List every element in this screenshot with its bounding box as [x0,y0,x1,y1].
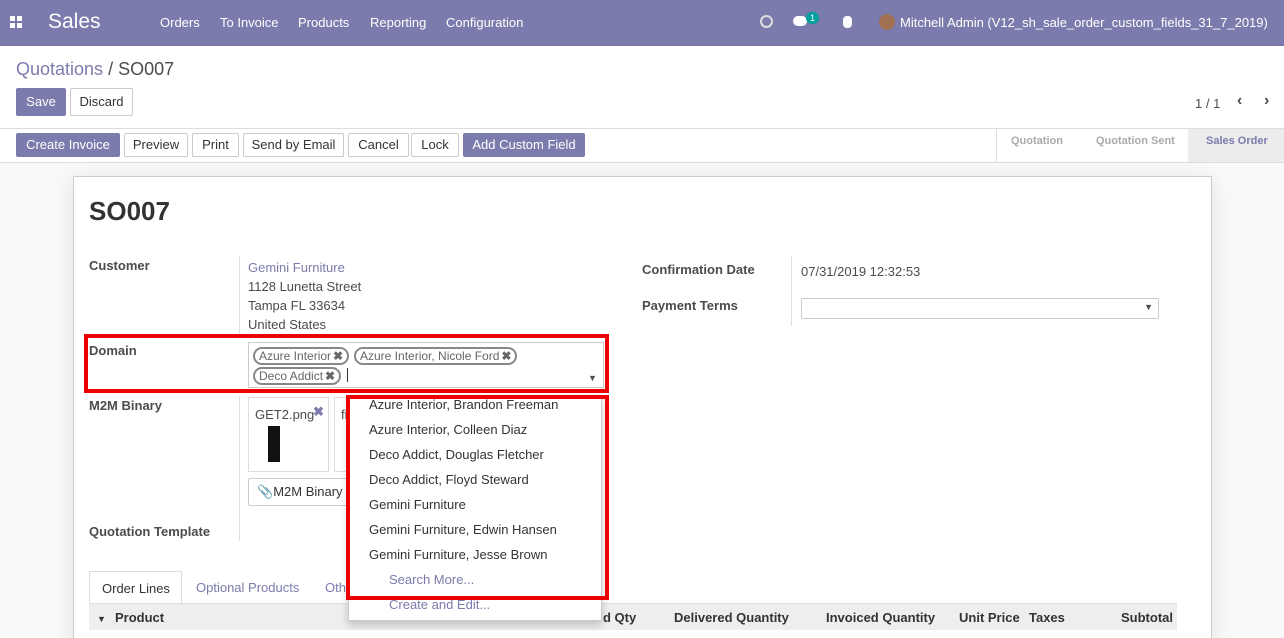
chevron-down-icon: ▼ [1144,302,1153,312]
menu-reporting[interactable]: Reporting [370,15,426,30]
image-thumbnail [268,426,280,462]
text-cursor [347,368,348,382]
add-custom-field-button[interactable]: Add Custom Field [463,133,585,157]
upload-label: M2M Binary [273,484,343,499]
menu-products[interactable]: Products [298,15,349,30]
breadcrumb: Quotations / SO007 [16,59,174,80]
tab-optional-products[interactable]: Optional Products [196,580,299,595]
tag-label: Deco Addict [259,369,324,383]
apps-menu-icon[interactable] [10,16,22,28]
domain-label: Domain [89,343,137,358]
close-icon[interactable]: ✖ [501,349,511,363]
close-icon[interactable]: ✖ [333,349,343,363]
record-title: SO007 [89,196,170,226]
tag-azure-interior[interactable]: Azure Interior ✖ [253,347,350,365]
save-button[interactable]: Save [16,88,66,116]
stage-quotation[interactable]: Quotation [1011,135,1063,147]
m2m-binary-upload-button[interactable]: 📎M2M Binary [248,478,348,506]
payment-terms-select[interactable]: ▼ [801,298,1159,319]
print-button[interactable]: Print [192,133,239,157]
app-title[interactable]: Sales [48,10,101,34]
dropdown-highlight-box [346,395,609,600]
column-product[interactable]: Product [115,610,164,625]
sort-caret-icon[interactable]: ▼ [97,614,106,624]
pager-next-icon[interactable]: › [1264,92,1269,110]
stage-quotation-sent[interactable]: Quotation Sent [1096,135,1175,147]
debug-bug-icon[interactable] [843,16,852,28]
pager-value: 1 / 1 [1195,96,1221,111]
customer-label: Customer [89,258,150,273]
quotation-template-label: Quotation Template [89,524,211,539]
confirmation-date-value[interactable]: 07/31/2019 12:32:53 [801,264,920,279]
paperclip-icon: 📎 [257,484,274,499]
column-delivered-quantity[interactable]: Delivered Quantity [674,610,789,625]
address-country: United States [248,317,327,332]
tag-azure-interior-nicole-ford[interactable]: Azure Interior, Nicole Ford ✖ [354,347,518,365]
close-icon[interactable]: ✖ [325,369,335,383]
confirmation-date-label: Confirmation Date [642,262,755,277]
column-ordered-qty[interactable]: d Qty [603,610,636,625]
avatar[interactable] [879,14,895,30]
menu-to-invoice[interactable]: To Invoice [220,15,279,30]
address-street: 1128 Lunetta Street [248,279,362,294]
breadcrumb-quotations[interactable]: Quotations [16,59,103,79]
tag-label: Azure Interior [259,349,332,363]
chevron-down-icon[interactable]: ▼ [588,373,597,383]
column-unit-price[interactable]: Unit Price [959,610,1020,625]
discard-button[interactable]: Discard [70,88,133,116]
column-taxes[interactable]: Taxes [1029,610,1065,625]
tab-other-info[interactable]: Oth [325,580,346,595]
preview-button[interactable]: Preview [124,133,188,157]
breadcrumb-current: SO007 [118,59,175,79]
user-menu[interactable]: Mitchell Admin (V12_sh_sale_order_custom… [900,15,1268,30]
m2m-binary-label: M2M Binary [89,398,162,413]
tab-label: Order Lines [102,581,170,596]
clock-icon[interactable] [760,15,773,28]
payment-terms-label: Payment Terms [642,298,738,313]
menu-configuration[interactable]: Configuration [446,15,523,30]
pager-previous-icon[interactable]: ‹ [1237,92,1242,110]
form-sheet [73,176,1212,638]
chat-icon[interactable] [793,16,807,26]
attachment-card[interactable]: GET2.png ✖ [248,397,329,472]
cancel-button[interactable]: Cancel [348,133,409,157]
close-icon[interactable]: ✖ [313,404,324,420]
top-navbar: Sales Orders To Invoice Products Reporti… [0,0,1284,46]
tag-deco-addict[interactable]: Deco Addict ✖ [253,367,342,385]
lock-button[interactable]: Lock [411,133,459,157]
message-count-badge: 1 [806,12,820,24]
tag-label: Azure Interior, Nicole Ford [360,349,500,363]
tab-order-lines[interactable]: Order Lines [89,571,182,603]
column-subtotal[interactable]: Subtotal [1121,610,1173,625]
breadcrumb-separator: / [108,59,114,79]
send-by-email-button[interactable]: Send by Email [243,133,344,157]
attachment-filename: GET2.png [255,407,315,422]
create-invoice-button[interactable]: Create Invoice [16,133,120,157]
customer-link[interactable]: Gemini Furniture [248,260,345,275]
stage-sales-order[interactable]: Sales Order [1206,135,1268,147]
column-invoiced-quantity[interactable]: Invoiced Quantity [826,610,935,625]
menu-orders[interactable]: Orders [160,15,200,30]
address-city: Tampa FL 33634 [248,298,346,313]
